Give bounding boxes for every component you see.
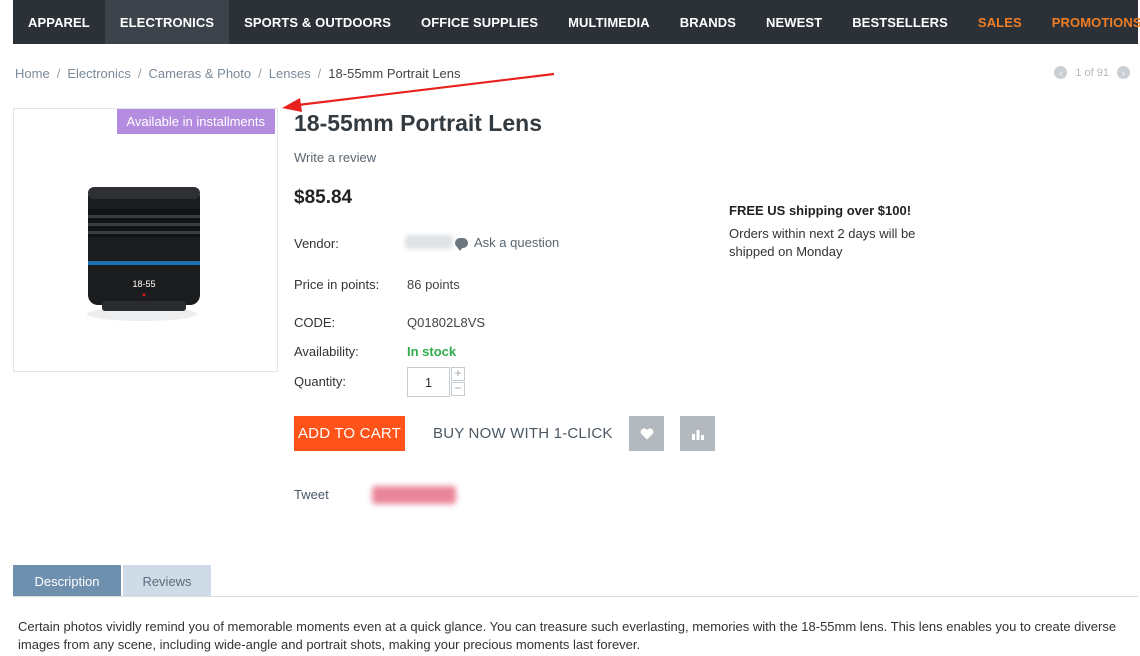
- tweet-button[interactable]: Tweet: [294, 487, 329, 502]
- shipping-title: FREE US shipping over $100!: [729, 203, 912, 218]
- code-label: CODE:: [294, 315, 336, 330]
- lens-icon: 18-55: [87, 187, 200, 321]
- breadcrumb-electronics[interactable]: Electronics: [67, 66, 131, 81]
- product-image[interactable]: Available in installments 18-55: [13, 108, 278, 372]
- pager-text: 1 of 91: [1075, 66, 1109, 79]
- breadcrumb-separator: /: [56, 66, 61, 81]
- buy-now-one-click-button[interactable]: BUY NOW WITH 1-CLICK: [433, 425, 613, 442]
- nav-item-newest[interactable]: NEWEST: [751, 0, 837, 44]
- nav-item-sales[interactable]: SALES: [963, 0, 1037, 44]
- nav-item-promotions[interactable]: PROMOTIONS: [1037, 0, 1140, 44]
- nav-item-electronics[interactable]: ELECTRONICS: [104, 0, 230, 44]
- tab-description[interactable]: Description: [13, 565, 121, 597]
- breadcrumb-cameras-photo[interactable]: Cameras & Photo: [149, 66, 252, 81]
- product-pager: ‹ 1 of 91 ›: [1054, 66, 1130, 79]
- nav-item-bestsellers[interactable]: BESTSELLERS: [837, 0, 963, 44]
- write-review-link[interactable]: Write a review: [294, 150, 376, 165]
- breadcrumb-home[interactable]: Home: [15, 66, 50, 81]
- chevron-left-icon[interactable]: ‹: [1054, 66, 1068, 79]
- points-value: 86 points: [407, 277, 460, 292]
- availability-value: In stock: [407, 344, 457, 359]
- ask-question-link[interactable]: Ask a question: [455, 235, 560, 251]
- nav-item-sports-outdoors[interactable]: SPORTS & OUTDOORS: [229, 0, 406, 44]
- quantity-input[interactable]: [407, 367, 450, 397]
- availability-label: Availability:: [294, 344, 359, 359]
- nav-item-apparel[interactable]: APPAREL: [13, 0, 105, 44]
- annotation-arrow: [282, 72, 555, 112]
- nav-item-office-supplies[interactable]: OFFICE SUPPLIES: [406, 0, 553, 44]
- nav-item-multimedia[interactable]: MULTIMEDIA: [553, 0, 665, 44]
- top-navigation: APPAREL ELECTRONICS SPORTS & OUTDOORS OF…: [13, 0, 1140, 44]
- compare-button[interactable]: [680, 416, 715, 451]
- tabs-divider: [13, 596, 1138, 597]
- heart-icon: [640, 427, 653, 439]
- breadcrumb-separator: /: [258, 66, 262, 81]
- product-tabs: Description Reviews: [13, 565, 213, 597]
- wishlist-button[interactable]: [629, 416, 664, 451]
- product-price: $85.84: [294, 187, 353, 208]
- vendor-label: Vendor:: [294, 236, 339, 251]
- product-description: Certain photos vividly remind you of mem…: [18, 619, 1117, 652]
- breadcrumb-separator: /: [137, 66, 142, 81]
- nav-item-brands[interactable]: BRANDS: [665, 0, 751, 44]
- chat-bubble-icon: [455, 237, 468, 251]
- quantity-decrease-button[interactable]: −: [451, 382, 465, 396]
- ask-question-label: Ask a question: [474, 235, 560, 250]
- chevron-right-icon[interactable]: ›: [1117, 66, 1130, 79]
- vendor-name-redacted: [405, 235, 453, 249]
- quantity-label: Quantity:: [294, 374, 347, 389]
- product-title: 18-55mm Portrait Lens: [294, 110, 542, 136]
- share-button-redacted[interactable]: [372, 486, 456, 504]
- add-to-cart-button[interactable]: ADD TO CART: [294, 416, 405, 451]
- quantity-increase-button[interactable]: +: [451, 367, 465, 381]
- compare-icon: [691, 429, 704, 440]
- points-label: Price in points:: [294, 277, 380, 292]
- tab-reviews[interactable]: Reviews: [123, 565, 211, 597]
- code-value: Q01802L8VS: [407, 315, 486, 330]
- shipping-text: Orders within next 2 days will be shippe…: [729, 226, 916, 259]
- svg-text:18-55: 18-55: [132, 279, 155, 289]
